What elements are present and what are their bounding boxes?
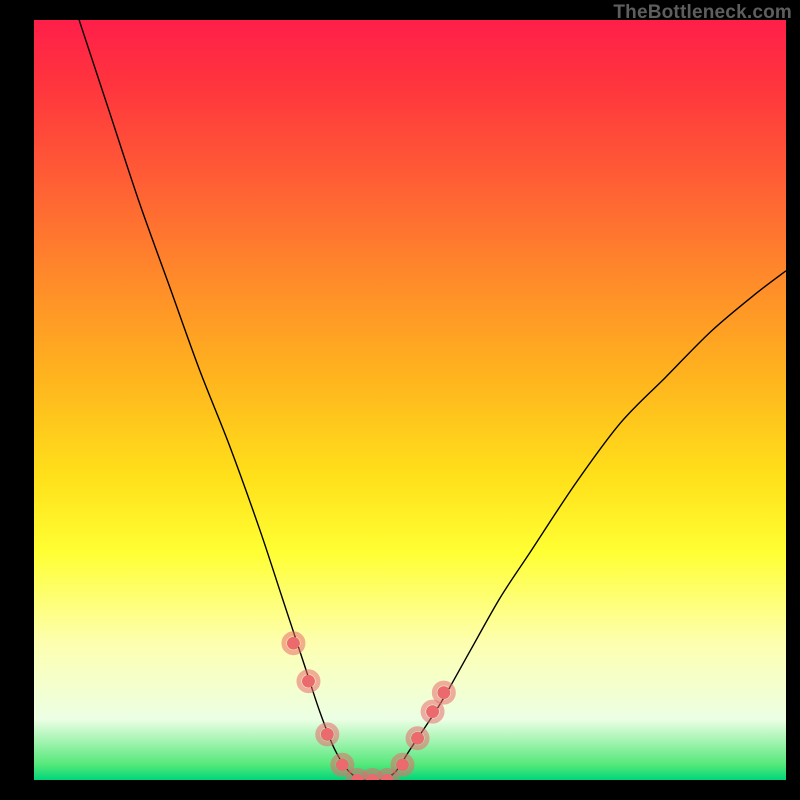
curve-marker-core <box>396 758 409 771</box>
curve-marker-core <box>287 637 300 650</box>
curve-marker-core <box>336 758 349 771</box>
curve-marker-core <box>411 732 424 745</box>
curve-markers <box>284 634 453 780</box>
curve-marker-core <box>437 686 450 699</box>
bottleneck-curve <box>79 20 786 780</box>
chart-svg <box>34 20 786 780</box>
chart-plot-area <box>34 20 786 780</box>
curve-marker-core <box>321 728 334 741</box>
curve-marker-core <box>426 705 439 718</box>
curve-marker-core <box>302 675 315 688</box>
watermark-text: TheBottleneck.com <box>613 2 792 24</box>
